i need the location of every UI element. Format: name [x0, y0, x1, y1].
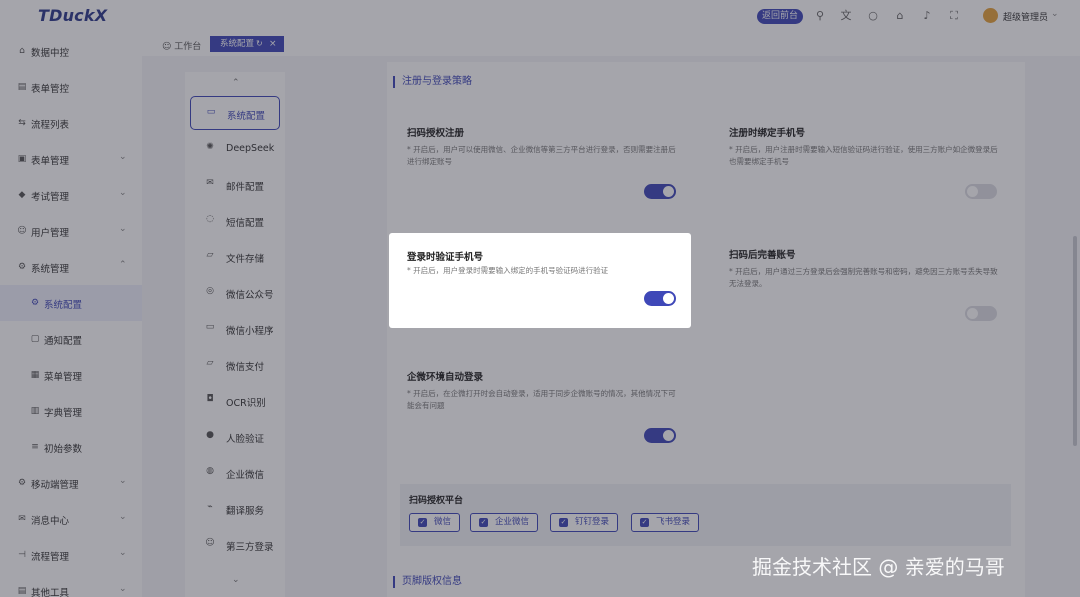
watermark: 掘金技术社区 @ 亲爱的马哥	[752, 555, 1005, 579]
setting-desc: * 开启后，用户登录时需要输入绑定的手机号验证码进行验证	[407, 266, 609, 275]
login-verify-phone-card: 登录时验证手机号 * 开启后，用户登录时需要输入绑定的手机号验证码进行验证	[389, 233, 691, 328]
setting-title: 登录时验证手机号	[407, 252, 484, 263]
login-verify-phone-toggle[interactable]	[644, 291, 676, 306]
